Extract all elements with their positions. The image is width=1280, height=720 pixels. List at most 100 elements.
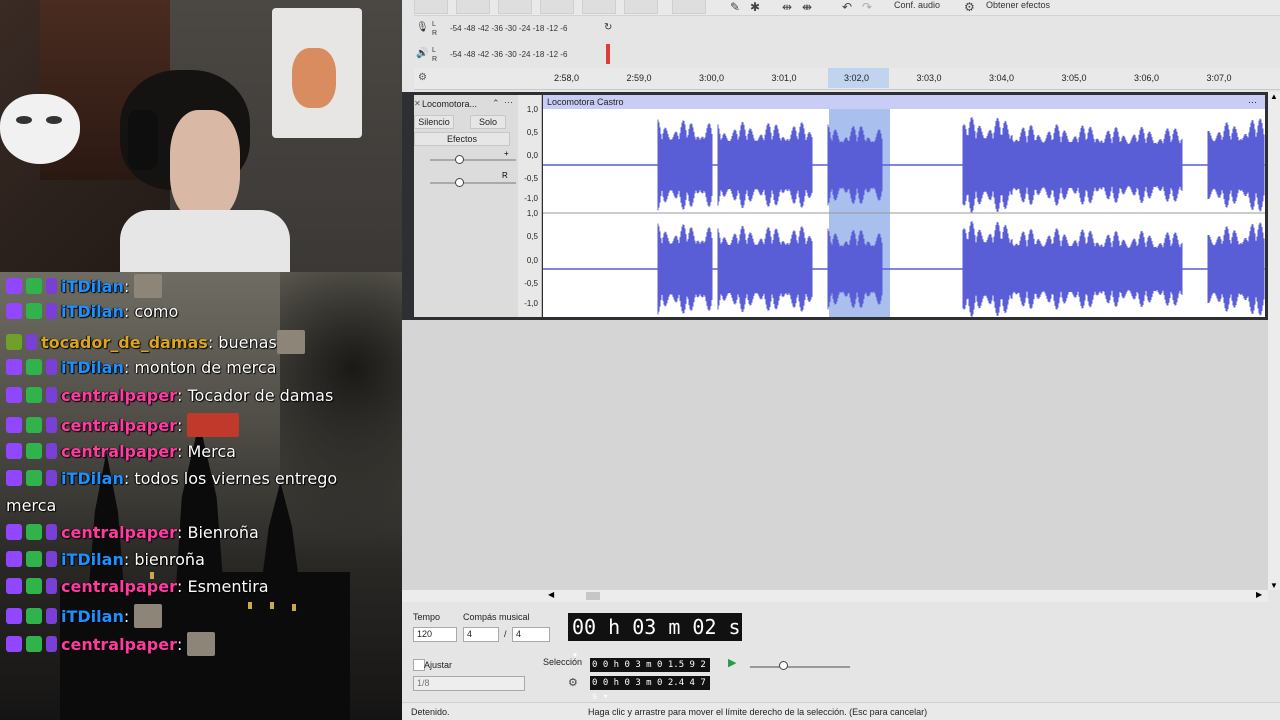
- timeline-tick: 3:00,0: [699, 73, 725, 83]
- playback-meter[interactable]: 🔊 LR -54 -48 -42 -36 -30 -24 -18 -12 -6: [414, 44, 614, 66]
- gain-slider[interactable]: [430, 159, 516, 161]
- timeline-ruler[interactable]: ⚙ 2:58,0 2:59,0 3:00,0 3:01,0 3:02,0 3:03,0 3:…: [414, 68, 1280, 90]
- chat-username[interactable]: centralpaper: [61, 386, 177, 405]
- selection-end[interactable]: 0 0 h 0 3 m 0 2.4 4 7 s ▾: [590, 676, 710, 702]
- toolbar-button[interactable]: [624, 0, 658, 14]
- playback-speed-slider[interactable]: [750, 666, 850, 668]
- toolbar-button[interactable]: [672, 0, 706, 14]
- chat-message: iTDilan: como: [6, 302, 178, 322]
- timeline-tick: 2:58,0: [554, 73, 580, 83]
- microphone-icon[interactable]: 🎙: [416, 22, 429, 33]
- chat-text: merca: [6, 496, 57, 515]
- chat-username[interactable]: iTDilan: [61, 277, 124, 296]
- time-signature-numerator[interactable]: 4: [463, 627, 499, 642]
- status-state: Detenido.: [411, 707, 450, 717]
- chat-message: iTDilan: monton de merca: [6, 358, 276, 378]
- multi-tool-icon[interactable]: ✱: [750, 0, 760, 14]
- horizontal-scrollbar[interactable]: ◀ ▶: [402, 590, 1268, 602]
- subscriber-badge-icon: [6, 608, 22, 624]
- snap-select[interactable]: 1/8: [413, 676, 525, 691]
- streamer-shirt: [120, 210, 290, 272]
- close-track-icon[interactable]: ✕: [414, 99, 421, 108]
- amplitude-label: 1,0: [526, 209, 538, 218]
- chat-message: tocador_de_damas: buenas: [6, 330, 305, 354]
- trim-icon[interactable]: ⇹: [782, 0, 792, 14]
- toolbar-button[interactable]: [540, 0, 574, 14]
- chat-text: Merca: [187, 442, 236, 461]
- chat-username[interactable]: iTDilan: [61, 469, 124, 488]
- chat-text: buenas: [218, 333, 277, 352]
- play-at-speed-icon[interactable]: ▶: [728, 656, 736, 669]
- scroll-thumb[interactable]: [586, 592, 600, 600]
- gain-slider-knob[interactable]: [455, 155, 464, 164]
- chat-username[interactable]: iTDilan: [61, 550, 124, 569]
- chat-username[interactable]: centralpaper: [61, 577, 177, 596]
- redo-icon[interactable]: ↷: [862, 0, 872, 14]
- timeline-tick: 3:02,0: [844, 73, 870, 83]
- vip-badge-icon: [26, 387, 42, 403]
- scroll-right-icon[interactable]: ▶: [1256, 590, 1262, 599]
- timeline-tick: 3:01,0: [771, 73, 797, 83]
- chat-bg-tree: [280, 272, 402, 592]
- chat-username[interactable]: iTDilan: [61, 302, 124, 321]
- playback-speed-knob[interactable]: [779, 661, 788, 670]
- speaker-icon[interactable]: 🔊: [416, 48, 428, 59]
- track-name[interactable]: Locomotora...: [422, 99, 477, 109]
- plugin-icon[interactable]: ⚙: [964, 0, 975, 14]
- selection-start[interactable]: 0 0 h 0 3 m 0 1.5 9 2 s ▾: [590, 658, 710, 684]
- toolbar-top: ✎ ✱ ⇹ ⇼ ↶ ↷ Conf. audio ⚙ Obtener efecto…: [414, 0, 1280, 16]
- mute-button[interactable]: Silencio: [414, 115, 454, 129]
- silence-icon[interactable]: ⇼: [802, 0, 812, 14]
- pan-right-label: R: [502, 171, 508, 180]
- chat-username[interactable]: centralpaper: [61, 635, 177, 654]
- selection-settings-icon[interactable]: ⚙: [568, 676, 578, 689]
- collapse-icon[interactable]: ⌃: [492, 98, 500, 109]
- track-controls: ✕ Locomotora... ⌃ ⋯ Silencio Solo Efecto…: [414, 95, 518, 317]
- prime-badge-icon: [46, 551, 57, 567]
- timeline-settings-icon[interactable]: ⚙: [418, 72, 427, 83]
- pan-slider[interactable]: [430, 182, 516, 184]
- vip-badge-icon: [26, 359, 42, 375]
- chat-username[interactable]: tocador_de_damas: [41, 333, 208, 352]
- tempo-field[interactable]: 120: [413, 627, 457, 642]
- amplitude-scale: 1,0 0,5 0,0 -0,5 -1,0 1,0 0,5 0,0 -0,5 -1,0: [518, 95, 542, 317]
- chat-emote-icon: [134, 274, 163, 298]
- chat-username[interactable]: iTDilan: [61, 607, 124, 626]
- clip-title-bar[interactable]: Locomotora Castro ⋯: [543, 95, 1265, 109]
- chat-username[interactable]: centralpaper: [61, 523, 177, 542]
- toolbar-button[interactable]: [414, 0, 448, 14]
- scroll-up-icon[interactable]: ▲: [1270, 92, 1278, 101]
- chat-message: iTDilan: todos los viernes entrego: [6, 469, 337, 489]
- chat-message: iTDilan:: [6, 604, 163, 628]
- toolbar-button[interactable]: [456, 0, 490, 14]
- amplitude-label: 0,0: [526, 151, 538, 160]
- pan-slider-knob[interactable]: [455, 178, 464, 187]
- toolbar-button[interactable]: [582, 0, 616, 14]
- timeline-tick: 3:05,0: [1061, 73, 1087, 83]
- meter-lr-label: LR: [432, 21, 438, 37]
- chat-username[interactable]: centralpaper: [61, 416, 177, 435]
- get-effects-button[interactable]: Obtener efectos: [986, 0, 1050, 10]
- solo-button[interactable]: Solo: [470, 115, 506, 129]
- record-meter[interactable]: 🎙 LR -54 -48 -42 -36 -30 -24 -18 -12 -6 …: [414, 18, 614, 40]
- scroll-left-icon[interactable]: ◀: [548, 590, 554, 599]
- vip-badge-icon: [26, 470, 42, 486]
- pencil-icon[interactable]: ✎: [730, 0, 740, 14]
- chat-username[interactable]: iTDilan: [61, 358, 124, 377]
- vertical-scrollbar[interactable]: ▲ ▼: [1268, 92, 1280, 590]
- time-signature-denominator[interactable]: 4: [512, 627, 550, 642]
- chat-username[interactable]: centralpaper: [61, 442, 177, 461]
- effects-button[interactable]: Efectos: [414, 132, 510, 146]
- track-menu-icon[interactable]: ⋯: [504, 97, 513, 108]
- empty-track-space[interactable]: [402, 320, 1268, 590]
- clip-menu-icon[interactable]: ⋯: [1248, 95, 1257, 109]
- undo-icon[interactable]: ↶: [842, 0, 852, 14]
- toolbar-button[interactable]: [498, 0, 532, 14]
- scroll-down-icon[interactable]: ▼: [1270, 581, 1278, 590]
- waveform-area[interactable]: Locomotora Castro ⋯: [543, 95, 1265, 317]
- subscriber-badge-icon: [6, 524, 22, 540]
- monitor-icon[interactable]: ↻: [604, 22, 612, 33]
- audio-setup-button[interactable]: Conf. audio: [894, 0, 940, 10]
- meter-scale: -54 -48 -42 -36 -30 -24 -18 -12 -6: [450, 50, 568, 59]
- time-display[interactable]: 00 h 03 m 02 s ▾: [568, 613, 742, 661]
